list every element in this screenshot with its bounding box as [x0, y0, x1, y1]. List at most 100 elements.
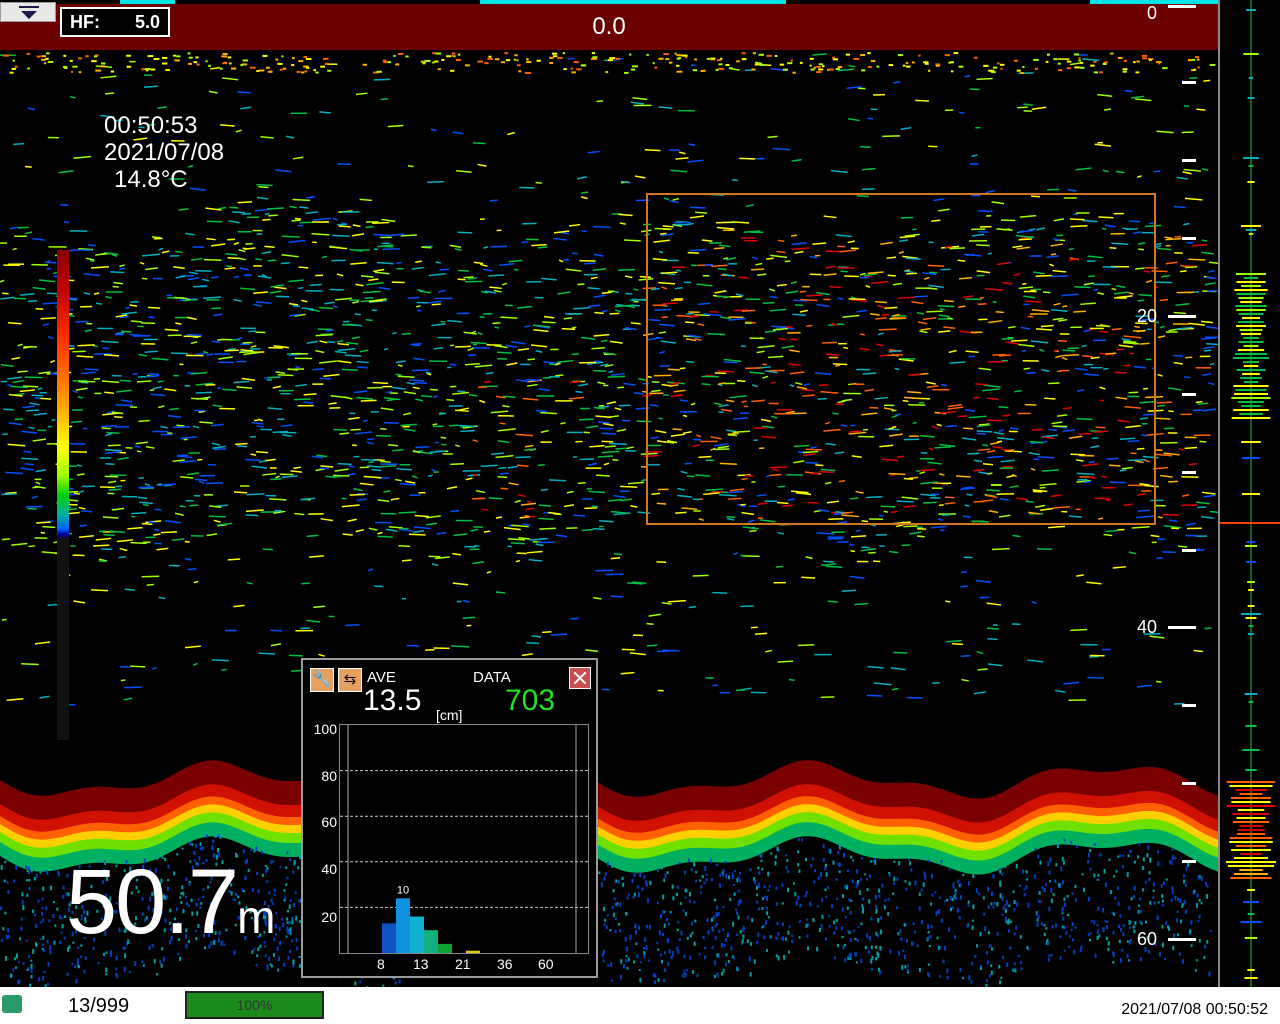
surface-noise — [505, 59, 511, 62]
echo-streak — [450, 463, 465, 466]
swap-arrows-icon[interactable]: ⇆ — [338, 668, 362, 692]
seabed-speckle — [212, 839, 215, 844]
surface-noise — [1148, 59, 1152, 62]
echo-streak — [1201, 239, 1208, 242]
surface-noise — [950, 61, 954, 64]
echo-streak — [855, 529, 861, 533]
selection-rectangle[interactable] — [646, 193, 1156, 525]
seabed-speckle — [757, 866, 760, 870]
fish-size-histogram-panel[interactable]: 🔧 ⇆ AVE 13.5 [cm] DATA 703 100 80 60 40 … — [301, 658, 598, 978]
hf-gain-box[interactable]: HF: 5.0 — [60, 7, 170, 37]
echo-streak — [522, 523, 532, 527]
seabed-speckle — [750, 942, 753, 946]
echo-streak — [121, 311, 137, 315]
depth-tick — [1182, 782, 1196, 785]
echo-streak — [368, 527, 378, 531]
seabed-speckle — [77, 964, 80, 969]
seabed-speckle — [1038, 900, 1041, 903]
echo-streak — [352, 300, 360, 304]
seabed-speckle — [603, 923, 606, 926]
seabed-speckle — [1139, 897, 1142, 901]
seabed-speckle — [39, 938, 42, 941]
echo-streak — [604, 445, 616, 448]
echo-streak — [465, 477, 473, 481]
echo-streak — [1184, 446, 1198, 450]
seabed-speckle — [613, 897, 616, 901]
echo-streak — [130, 665, 146, 668]
seabed-speckle — [1093, 920, 1096, 925]
echo-streak — [28, 426, 35, 430]
surface-noise — [126, 54, 131, 57]
seabed-speckle — [990, 891, 993, 896]
surface-noise — [676, 70, 683, 73]
echo-streak — [78, 506, 86, 510]
seabed-speckle — [897, 951, 900, 956]
echo-streak — [152, 386, 162, 390]
echo-streak — [1188, 322, 1205, 326]
seabed-speckle — [153, 958, 156, 964]
surface-noise — [1000, 67, 1003, 70]
seabed-speckle — [957, 879, 960, 884]
x-tick-label: 36 — [497, 956, 513, 972]
echo-streak — [347, 518, 357, 522]
echo-streak — [557, 360, 574, 363]
seabed-speckle — [0, 906, 3, 911]
surface-noise — [298, 60, 304, 63]
echo-streak — [597, 455, 613, 458]
echo-streak — [1136, 175, 1142, 179]
seabed-speckle — [767, 888, 770, 892]
echo-streak — [116, 331, 125, 335]
echo-streak — [449, 424, 459, 427]
seabed-speckle — [638, 969, 641, 972]
seabed-speckle — [846, 906, 849, 910]
echo-streak — [449, 244, 462, 248]
seabed-speckle — [1001, 896, 1004, 902]
echo-streak — [506, 362, 518, 366]
echo-streak — [300, 497, 316, 501]
echo-streak — [20, 467, 35, 471]
echo-streak — [141, 575, 160, 578]
echo-streak — [581, 528, 594, 532]
menu-dropdown-button[interactable] — [0, 2, 56, 22]
echo-streak — [40, 317, 56, 320]
seabed-speckle — [4, 956, 7, 961]
seabed-speckle — [711, 945, 714, 949]
echo-streak — [812, 53, 827, 56]
echo-streak — [21, 430, 38, 434]
echo-streak — [620, 498, 633, 502]
seabed-speckle — [715, 922, 718, 926]
seabed-speckle — [918, 906, 921, 912]
seabed-speckle — [967, 881, 970, 886]
seabed-speckle — [156, 972, 159, 976]
seabed-speckle — [1055, 923, 1058, 928]
echo-streak — [251, 465, 268, 469]
echo-streak — [1075, 167, 1092, 171]
echo-streak — [267, 407, 283, 411]
echo-streak — [775, 565, 784, 568]
seabed-speckle — [830, 904, 833, 909]
close-icon[interactable] — [569, 667, 591, 689]
app-status-icon[interactable] — [2, 995, 22, 1013]
seabed-speckle — [629, 934, 632, 940]
seabed-speckle — [1062, 860, 1065, 865]
seabed-speckle — [160, 963, 163, 968]
seabed-speckle — [850, 899, 853, 902]
echo-streak — [675, 157, 689, 160]
seabed-speckle — [1102, 927, 1105, 932]
seabed-speckle — [286, 876, 289, 880]
wrench-icon[interactable]: 🔧 — [310, 668, 334, 692]
seabed-speckle — [1089, 938, 1092, 942]
seabed-speckle — [884, 899, 887, 902]
seabed-speckle — [1130, 897, 1133, 901]
echo-streak — [1157, 516, 1163, 519]
seabed-speckle — [722, 872, 725, 877]
seabed-speckle — [1047, 861, 1050, 867]
echo-streak — [427, 180, 444, 183]
seabed-speckle — [1037, 915, 1040, 919]
echo-streak — [160, 425, 168, 429]
seabed-speckle — [819, 872, 822, 878]
echo-streak — [282, 433, 292, 437]
echo-streak — [601, 309, 608, 313]
status-timestamp: 2021/07/08 00:50:52 — [1121, 1001, 1268, 1018]
seabed-speckle — [665, 918, 668, 922]
